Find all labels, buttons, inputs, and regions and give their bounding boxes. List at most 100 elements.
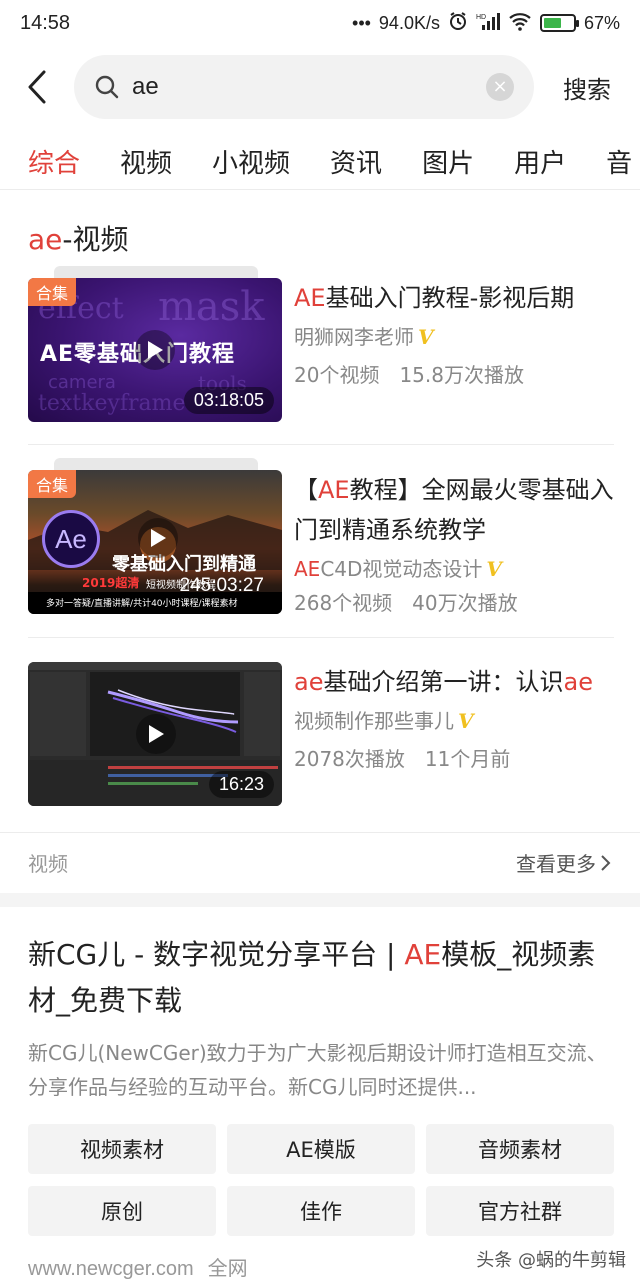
video-stats: 20个视频 15.8万次播放 (294, 363, 524, 387)
video-duration: 03:18:05 (183, 387, 274, 414)
video-info: AE基础入门教程-影视后期 明狮网李老师 V 20个视频 15.8万次播放 (294, 278, 614, 392)
ae-logo: Ae (42, 510, 100, 568)
search-input[interactable] (132, 73, 486, 101)
play-icon (151, 529, 166, 547)
battery-percent: 67% (583, 12, 620, 33)
verified-badge-icon: V (486, 557, 502, 581)
video-list-item[interactable]: effect mask camera textkeyframe tools AE… (28, 266, 614, 424)
watermark: 头条 @蜗的牛剪辑 (476, 1250, 626, 1271)
play-button[interactable] (136, 714, 176, 754)
battery-level (543, 18, 562, 28)
video-author[interactable]: 视频制作那些事儿 V (294, 704, 614, 738)
video-info: 【AE教程】全网最火零基础入门到精通系统教学 AEC4D视觉动态设计 V 268个… (294, 470, 614, 620)
author-name: 明狮网李老师 (294, 325, 414, 349)
author-name: C4D视觉动态设计 (320, 557, 483, 581)
verified-badge-icon: V (458, 709, 474, 733)
video-stats: 268个视频 40万次播放 (294, 591, 518, 615)
web-result-scope: 全网 (207, 1258, 248, 1280)
tab-news[interactable]: 资讯 (330, 143, 382, 180)
section-title-text: -视频 (62, 223, 129, 256)
video-stats: 2078次播放 11个月前 (294, 747, 511, 771)
video-section-title: ae-视频 (28, 218, 129, 258)
alarm-clock-icon (448, 11, 468, 36)
cell-signal-icon: HD (476, 11, 500, 36)
video-list-item[interactable]: Ae 零基础入门到精通 2019超清 短视频制作教程 多对一答疑/直播讲解/共计… (28, 458, 614, 616)
svg-text:HD: HD (476, 14, 486, 21)
web-result-title[interactable]: 新CG儿 - 数字视觉分享平台 | AE模板_视频素材_免费下载 (28, 932, 614, 1024)
video-author[interactable]: AEC4D视觉动态设计 V (294, 552, 614, 586)
view-more-link[interactable]: 查看更多 (516, 848, 612, 877)
title-keyword: ae (294, 668, 324, 696)
author-name: 视频制作那些事儿 (294, 709, 454, 733)
web-result-description: 新CG儿(NewCGer)致力于为广大影视后期设计师打造相互交流、分享作品与经验… (28, 1041, 607, 1099)
web-result-source: www.newcger.com 全网 (28, 1252, 262, 1280)
web-title-keyword: AE (404, 938, 442, 971)
title-text: 基础介绍第一讲：认识 (323, 668, 564, 696)
title-keyword: AE (294, 284, 326, 312)
sitelink-chip[interactable]: 视频素材 (28, 1124, 216, 1174)
sitelink-chip[interactable]: 音频素材 (426, 1124, 614, 1174)
svg-text:textkeyframe: textkeyframe (38, 391, 186, 416)
collection-badge: 合集 (28, 470, 77, 498)
video-duration: 245:03:27 (179, 575, 264, 596)
divider (28, 444, 614, 445)
play-icon (148, 341, 163, 359)
video-title[interactable]: AE基础入门教程-影视后期 (294, 278, 614, 318)
verified-badge-icon: V (418, 325, 434, 349)
divider (28, 637, 614, 638)
title-text: 基础入门教程-影视后期 (325, 284, 575, 312)
sitelink-chip[interactable]: 原创 (28, 1186, 216, 1236)
section-separator (0, 893, 640, 907)
status-time: 14:58 (20, 11, 71, 34)
view-more-label: 查看更多 (516, 852, 596, 876)
chevron-right-icon (601, 854, 611, 871)
video-author[interactable]: 明狮网李老师 V (294, 320, 614, 354)
wifi-icon (508, 11, 532, 36)
tab-audio[interactable]: 音 (606, 143, 632, 180)
section-title-keyword: ae (28, 223, 63, 256)
chevron-left-icon (28, 70, 46, 104)
back-button[interactable] (0, 54, 74, 120)
search-header: × 搜索 (0, 54, 640, 120)
thumbnail-year: 2019超清 (82, 576, 140, 590)
footer-label: 视频 (28, 852, 68, 876)
status-icons: ••• 94.0K/s HD 67% (352, 11, 620, 36)
category-tabs: 综合 视频 小视频 资讯 图片 用户 音 (0, 134, 640, 190)
magnifier-icon (95, 75, 119, 99)
author-keyword: AE (294, 557, 321, 581)
tab-comprehensive[interactable]: 综合 (28, 143, 80, 180)
video-section-footer: 视频 查看更多 (0, 832, 640, 892)
title-prefix: 【 (294, 476, 318, 504)
collection-badge: 合集 (28, 278, 77, 306)
video-duration: 16:23 (208, 771, 274, 798)
search-box[interactable]: × (74, 55, 534, 119)
net-speed: 94.0K/s (378, 12, 440, 33)
tab-users[interactable]: 用户 (514, 143, 566, 180)
sitelink-grid: 视频素材 AE模版 音频素材 原创 佳作 官方社群 (28, 1124, 614, 1236)
close-circle-icon[interactable]: × (486, 73, 514, 101)
status-bar: 14:58 ••• 94.0K/s HD 67% (0, 0, 640, 46)
play-button[interactable] (138, 518, 178, 558)
svg-text:mask: mask (158, 284, 265, 330)
title-keyword: AE (318, 476, 350, 504)
tab-images[interactable]: 图片 (422, 143, 474, 180)
video-title[interactable]: 【AE教程】全网最火零基础入门到精通系统教学 (294, 470, 614, 550)
play-button[interactable] (135, 330, 175, 370)
battery-icon (539, 14, 579, 32)
sitelink-chip[interactable]: 佳作 (227, 1186, 415, 1236)
tab-video[interactable]: 视频 (120, 143, 172, 180)
video-thumbnail[interactable]: 16:23 (28, 662, 282, 806)
web-title-pre: 新CG儿 - 数字视觉分享平台 | (28, 938, 405, 971)
video-title[interactable]: ae基础介绍第一讲：认识ae (294, 662, 614, 702)
video-info: ae基础介绍第一讲：认识ae 视频制作那些事儿 V 2078次播放 11个月前 (294, 662, 614, 776)
sitelink-chip[interactable]: 官方社群 (426, 1186, 614, 1236)
search-button[interactable]: 搜索 (534, 70, 640, 105)
sitelink-chip[interactable]: AE模版 (227, 1124, 415, 1174)
tab-short-video[interactable]: 小视频 (212, 143, 290, 180)
title-keyword-end: ae (563, 668, 593, 696)
web-result-url[interactable]: www.newcger.com (28, 1258, 194, 1280)
status-dots: ••• (352, 12, 371, 33)
play-icon (149, 725, 164, 743)
video-list-item[interactable]: 16:23 ae基础介绍第一讲：认识ae 视频制作那些事儿 V 2078次播放 1… (28, 662, 614, 808)
svg-text:camera: camera (48, 372, 116, 393)
